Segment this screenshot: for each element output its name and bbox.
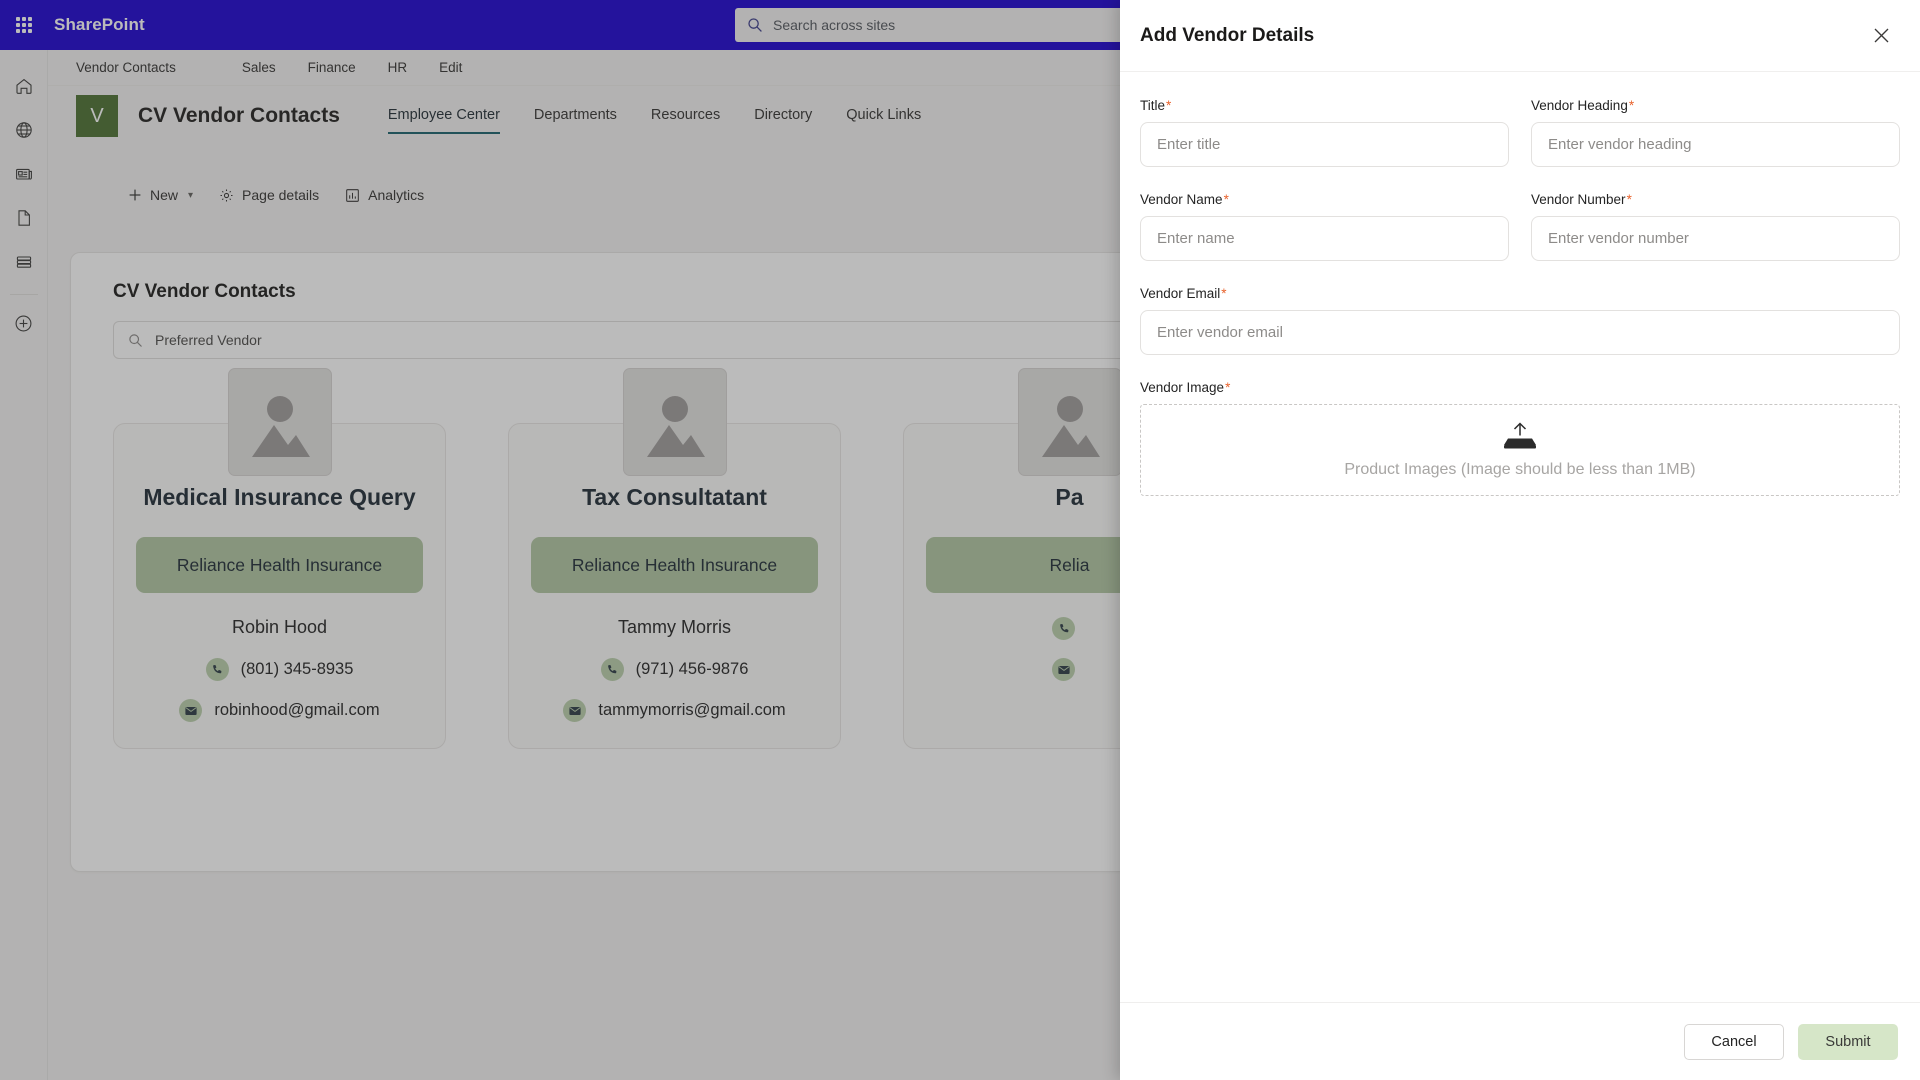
submit-button[interactable]: Submit bbox=[1798, 1023, 1898, 1060]
required-asterisk: * bbox=[1626, 192, 1632, 207]
title-label: Title* bbox=[1140, 98, 1509, 113]
vendor-heading-input[interactable] bbox=[1531, 122, 1900, 167]
field-vendor-email: Vendor Email* bbox=[1140, 286, 1900, 355]
close-icon[interactable] bbox=[1864, 19, 1898, 53]
field-vendor-number: Vendor Number* bbox=[1531, 192, 1900, 261]
panel-title: Add Vendor Details bbox=[1140, 24, 1315, 46]
field-title: Title* bbox=[1140, 98, 1509, 167]
vendor-name-label-text: Vendor Name bbox=[1140, 192, 1223, 207]
vendor-image-dropzone-text: Product Images (Image should be less tha… bbox=[1344, 461, 1696, 478]
required-asterisk: * bbox=[1628, 98, 1635, 113]
vendor-number-input[interactable] bbox=[1531, 216, 1900, 261]
vendor-email-label: Vendor Email* bbox=[1140, 286, 1900, 301]
vendor-image-label-text: Vendor Image bbox=[1140, 380, 1225, 395]
panel-footer: Cancel Submit bbox=[1120, 1002, 1920, 1080]
form-row-2: Vendor Name* Vendor Number* bbox=[1140, 192, 1900, 286]
upload-icon bbox=[1504, 422, 1536, 449]
field-vendor-heading: Vendor Heading* bbox=[1531, 98, 1900, 167]
vendor-image-label: Vendor Image* bbox=[1140, 380, 1900, 395]
field-vendor-name: Vendor Name* bbox=[1140, 192, 1509, 261]
form-row-1: Title* Vendor Heading* bbox=[1140, 98, 1900, 192]
required-asterisk: * bbox=[1221, 286, 1227, 301]
vendor-email-input[interactable] bbox=[1140, 310, 1900, 355]
title-label-text: Title bbox=[1140, 98, 1166, 113]
field-vendor-image: Vendor Image* Product Images (Image shou… bbox=[1140, 380, 1900, 496]
vendor-number-label-text: Vendor Number bbox=[1531, 192, 1626, 207]
vendor-name-input[interactable] bbox=[1140, 216, 1509, 261]
vendor-number-label: Vendor Number* bbox=[1531, 192, 1900, 207]
required-asterisk: * bbox=[1166, 98, 1172, 113]
panel-body: Title* Vendor Heading* Vendor Name* bbox=[1120, 72, 1920, 1002]
vendor-name-label: Vendor Name* bbox=[1140, 192, 1509, 207]
vendor-heading-label-text: Vendor Heading bbox=[1531, 98, 1628, 113]
title-input[interactable] bbox=[1140, 122, 1509, 167]
panel-header: Add Vendor Details bbox=[1120, 0, 1920, 72]
vendor-image-dropzone[interactable]: Product Images (Image should be less tha… bbox=[1140, 404, 1900, 496]
vendor-heading-label: Vendor Heading* bbox=[1531, 98, 1900, 113]
add-vendor-panel: Add Vendor Details Title* Vendor Heading… bbox=[1120, 0, 1920, 1080]
vendor-email-label-text: Vendor Email bbox=[1140, 286, 1221, 301]
required-asterisk: * bbox=[1225, 380, 1231, 395]
cancel-button[interactable]: Cancel bbox=[1684, 1023, 1784, 1060]
required-asterisk: * bbox=[1223, 192, 1229, 207]
